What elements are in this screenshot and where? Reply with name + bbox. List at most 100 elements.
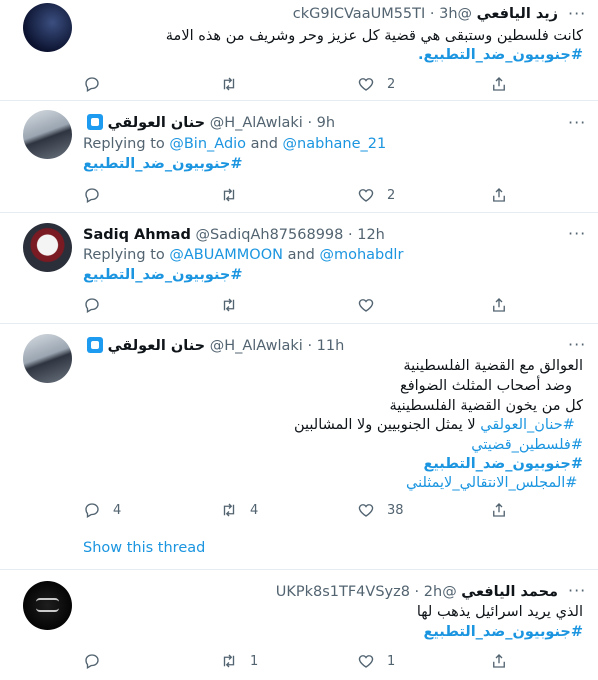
tweet-text: كانت فلسطين وستبقى هي قضية كل عزيز وحر و… bbox=[165, 28, 583, 44]
share-button[interactable] bbox=[490, 295, 508, 315]
reply-button[interactable]: 4 bbox=[83, 500, 121, 520]
tweet-header: محمد اليافعي @UKPk8s1TF4VSyz8 · 2h bbox=[83, 582, 558, 602]
share-button[interactable] bbox=[490, 185, 508, 205]
retweet-button[interactable]: 4 bbox=[220, 500, 258, 520]
timestamp[interactable]: 3h bbox=[439, 6, 457, 22]
tweet-actions: 1 1 bbox=[83, 651, 523, 671]
more-icon[interactable]: ··· bbox=[568, 336, 586, 354]
share-icon bbox=[493, 77, 505, 91]
hashtag[interactable]: #المجلس_الانتقالي_لايمثلني bbox=[83, 473, 583, 493]
replying-and: and bbox=[250, 136, 278, 152]
heart-icon bbox=[358, 504, 374, 517]
reply-icon bbox=[85, 503, 99, 518]
tweet-actions: 2 bbox=[83, 74, 523, 94]
handle[interactable]: @H_AlAwlaki bbox=[210, 115, 303, 131]
timestamp[interactable]: 9h bbox=[317, 115, 335, 131]
hashtag[interactable]: #جنوبيون_ضد_التطبيع. bbox=[83, 45, 583, 65]
timestamp[interactable]: 11h bbox=[317, 338, 345, 354]
tweet-header: حنان العولقي @H_AlAwlaki · 11h bbox=[83, 336, 344, 356]
separator: · bbox=[414, 584, 420, 600]
reply-count: 4 bbox=[113, 502, 122, 518]
timestamp[interactable]: 2h bbox=[424, 584, 442, 600]
tweet-5[interactable]: محمد اليافعي @UKPk8s1TF4VSyz8 · 2h ··· ا… bbox=[0, 570, 598, 680]
retweet-button[interactable]: 1 bbox=[220, 651, 258, 671]
tweet-text-line: كل من يخون القضية الفلسطينية bbox=[389, 398, 583, 414]
share-icon bbox=[493, 188, 505, 202]
retweet-icon bbox=[223, 654, 235, 668]
like-button[interactable]: 2 bbox=[357, 74, 395, 94]
show-thread-link[interactable]: Show this thread bbox=[83, 540, 205, 556]
like-count: 1 bbox=[387, 653, 396, 669]
separator: · bbox=[307, 115, 313, 131]
avatar[interactable] bbox=[23, 334, 72, 383]
separator: · bbox=[348, 227, 353, 243]
reply-button[interactable] bbox=[83, 651, 113, 671]
retweet-button[interactable] bbox=[220, 74, 250, 94]
share-button[interactable] bbox=[490, 500, 508, 520]
retweet-icon bbox=[223, 77, 235, 91]
reply-icon bbox=[85, 188, 99, 203]
retweet-icon bbox=[223, 298, 235, 312]
more-icon[interactable]: ··· bbox=[568, 5, 586, 23]
reply-button[interactable] bbox=[83, 295, 113, 315]
hashtag-text[interactable]: #جنوبيون_ضد_التطبيع bbox=[83, 156, 243, 172]
more-icon[interactable]: ··· bbox=[568, 225, 586, 243]
handle[interactable]: @H_AlAwlaki bbox=[210, 338, 303, 354]
mention-link[interactable]: @ABUAMMOON bbox=[169, 247, 283, 263]
display-name[interactable]: حنان العولقي bbox=[108, 115, 205, 131]
handle[interactable]: @SadiqAh87568998 bbox=[195, 227, 343, 243]
timestamp[interactable]: 12h bbox=[357, 227, 385, 243]
tweet-3[interactable]: Sadiq Ahmad @SadiqAh87568998 · 12h ··· R… bbox=[0, 213, 598, 324]
tweet-actions: 4 4 38 bbox=[83, 500, 523, 520]
hashtag[interactable]: #جنوبيون_ضد_التطبيع bbox=[83, 154, 583, 174]
retweet-icon bbox=[223, 188, 235, 202]
display-name[interactable]: حنان العولقي bbox=[108, 338, 205, 354]
retweet-button[interactable] bbox=[220, 295, 250, 315]
tweet-actions bbox=[83, 295, 523, 315]
more-icon[interactable]: ··· bbox=[568, 114, 586, 132]
tweet-4[interactable]: حنان العولقي @H_AlAwlaki · 11h ··· العوا… bbox=[0, 324, 598, 570]
avatar[interactable] bbox=[23, 3, 72, 52]
tweet-header: Sadiq Ahmad @SadiqAh87568998 · 12h bbox=[83, 225, 385, 245]
like-button[interactable]: 38 bbox=[357, 500, 404, 520]
retweet-icon bbox=[223, 503, 235, 517]
share-icon bbox=[493, 298, 505, 312]
avatar[interactable] bbox=[23, 581, 72, 630]
share-icon bbox=[493, 654, 505, 668]
heart-icon bbox=[358, 189, 374, 202]
reply-button[interactable] bbox=[83, 185, 113, 205]
replying-prefix: Replying to bbox=[83, 247, 165, 263]
tweet-1[interactable]: زيد اليافعي @ckG9ICVaaUM55TI · 3h ··· كا… bbox=[0, 0, 598, 101]
heart-icon bbox=[358, 299, 374, 312]
retweet-count: 1 bbox=[250, 653, 259, 669]
display-name[interactable]: محمد اليافعي bbox=[461, 584, 558, 600]
hashtag[interactable]: #جنوبيون_ضد_التطبيع bbox=[83, 622, 583, 642]
avatar[interactable] bbox=[23, 223, 72, 272]
like-button[interactable] bbox=[357, 295, 387, 315]
display-name[interactable]: Sadiq Ahmad bbox=[83, 227, 191, 243]
share-button[interactable] bbox=[490, 651, 508, 671]
tweet-actions: 2 bbox=[83, 185, 523, 205]
hashtag[interactable]: #جنوبيون_ضد_التطبيع bbox=[83, 265, 583, 285]
replying-and: and bbox=[287, 247, 315, 263]
display-name[interactable]: زيد اليافعي bbox=[477, 6, 558, 22]
like-button[interactable]: 2 bbox=[357, 185, 395, 205]
share-button[interactable] bbox=[490, 74, 508, 94]
reply-button[interactable] bbox=[83, 74, 113, 94]
mention-link[interactable]: @Bin_Adio bbox=[169, 136, 246, 152]
retweet-button[interactable] bbox=[220, 185, 250, 205]
separator: · bbox=[307, 338, 313, 354]
hashtag-inline[interactable]: #حنان_العولقي bbox=[480, 417, 575, 433]
separator: · bbox=[429, 6, 435, 22]
hashtag[interactable]: #فلسطين_قضيتي bbox=[83, 435, 583, 455]
tweet-text: الذي يريد اسرائيل يذهب لها bbox=[416, 604, 583, 620]
hashtag[interactable]: #جنوبيون_ضد_التطبيع bbox=[83, 454, 583, 474]
tweet-text-line: وضد أصحاب المثلث الضوافع bbox=[400, 378, 572, 394]
more-icon[interactable]: ··· bbox=[568, 582, 586, 600]
hashtag-text[interactable]: #جنوبيون_ضد_التطبيع bbox=[83, 267, 243, 283]
tweet-2[interactable]: حنان العولقي @H_AlAwlaki · 9h ··· Replyi… bbox=[0, 101, 598, 213]
like-button[interactable]: 1 bbox=[357, 651, 395, 671]
mention-link[interactable]: @mohabdlr bbox=[319, 247, 403, 263]
mention-link[interactable]: @nabhane_21 bbox=[283, 136, 387, 152]
avatar[interactable] bbox=[23, 110, 72, 159]
